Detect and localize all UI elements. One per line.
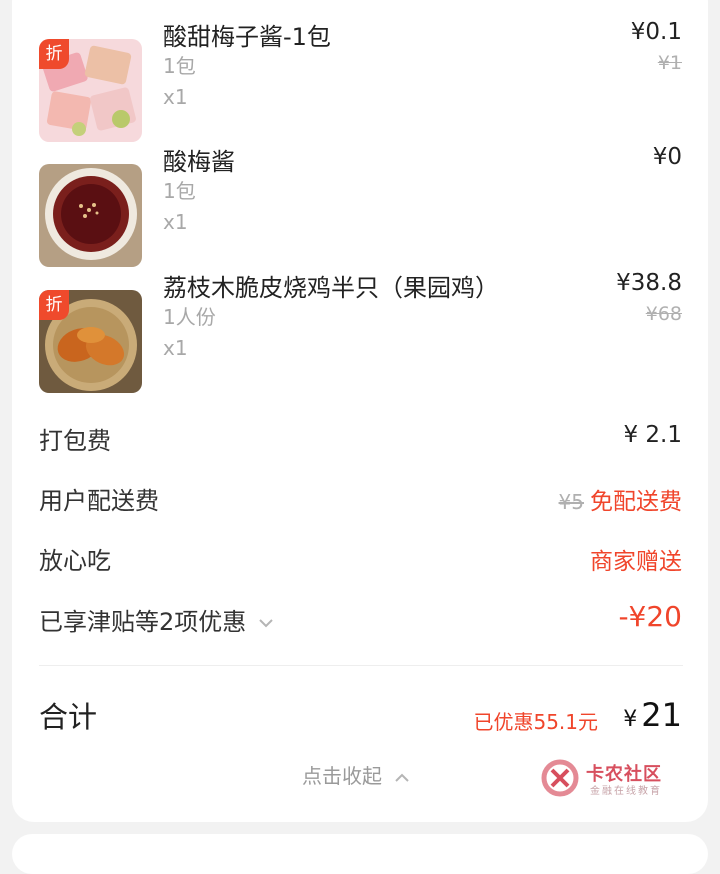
saved-amount: 已优惠55.1元 [473,710,598,734]
order-item: 酸梅酱 1包 x1 ¥0 [12,144,708,272]
discount-summary-label: 已享津贴等2项优惠 [39,608,247,636]
collapse-button[interactable]: 点击收起 [302,760,410,789]
watermark-subtitle: 金融在线教育 [590,786,662,797]
next-section-card [12,834,708,874]
packing-fee-value: ¥ 2.1 [623,422,682,448]
assured-label: 放心吃 [39,547,111,575]
item-price: ¥38.8 [616,270,682,296]
item-spec: 1包 [163,179,196,203]
total-label: 合计 [39,700,98,734]
collapse-label: 点击收起 [302,764,382,788]
discount-summary[interactable]: 已享津贴等2项优惠 [39,602,274,637]
sour-plum-sauce-image [39,164,142,267]
item-quantity: x1 [163,85,188,109]
order-item: 折 荔枝木脆皮烧鸡半只（果园鸡） 1人份 x1 ¥38.8 ¥68 [12,270,708,398]
delivery-fee-label: 用户配送费 [39,487,159,515]
item-name: 酸甜梅子酱-1包 [163,23,331,51]
watermark-logo-icon [541,759,579,797]
chevron-down-icon [259,619,273,628]
item-price: ¥0.1 [630,19,682,45]
item-original-price: ¥1 [657,52,682,74]
watermark: 卡农社区 金融在线教育 [540,758,680,798]
free-delivery-text: 免配送费 [590,489,682,515]
delivery-fee-original: ¥5 [558,490,584,514]
divider [39,665,683,666]
discount-badge: 折 [39,39,69,69]
item-spec: 1包 [163,54,196,78]
item-thumbnail [39,164,142,267]
item-quantity: x1 [163,210,188,234]
chevron-up-icon [395,773,410,782]
total-currency: ¥ [623,707,638,732]
delivery-fee-value: ¥5 免配送费 [559,482,682,516]
discount-badge: 折 [39,290,69,320]
item-thumbnail: 折 [39,290,142,393]
total-amount: ¥21 [623,696,682,734]
item-price: ¥0 [652,144,682,170]
total-value: 21 [641,696,682,734]
item-quantity: x1 [163,336,188,360]
item-spec: 1人份 [163,305,216,329]
discount-value: -¥20 [618,600,682,633]
item-thumbnail: 折 [39,39,142,142]
assured-value: 商家赠送 [590,549,682,575]
item-original-price: ¥68 [645,303,682,325]
order-detail-card: 折 酸甜梅子酱-1包 1包 x1 ¥0.1 ¥1 酸梅酱 1包 x1 ¥0 折 … [12,0,708,822]
order-item: 折 酸甜梅子酱-1包 1包 x1 ¥0.1 ¥1 [12,19,708,147]
item-name: 酸梅酱 [163,148,235,176]
packing-fee-label: 打包费 [39,427,111,455]
item-name: 荔枝木脆皮烧鸡半只（果园鸡） [163,274,499,302]
